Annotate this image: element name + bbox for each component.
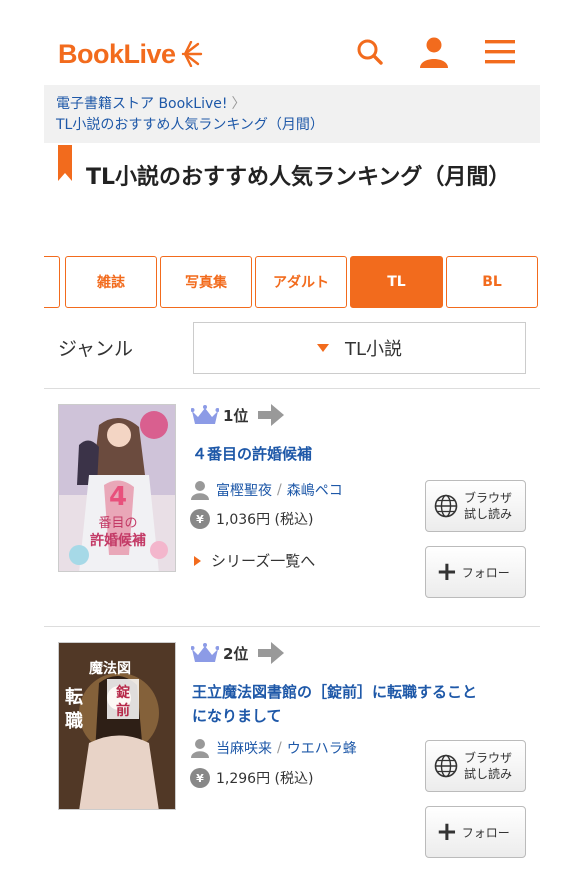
book-title-link[interactable]: 王立魔法図書館の［錠前］に転職すること になりまして <box>192 680 532 728</box>
crown-icon <box>191 643 219 662</box>
genre-label: ジャンル <box>58 338 134 360</box>
price-row: ¥ 1,036円 (税込) <box>190 509 313 529</box>
follow-button[interactable]: + フォロー <box>425 806 526 858</box>
author-row: 富樫聖夜 / 森嶋ペコ <box>190 480 343 500</box>
plus-icon: + <box>436 557 458 587</box>
tab-bl[interactable]: BL <box>446 256 538 308</box>
price-row: ¥ 1,296円 (税込) <box>190 768 313 788</box>
breadcrumb-current-link[interactable]: TL小説のおすすめ人気ランキング（月間） <box>56 117 324 133</box>
svg-text:4: 4 <box>109 482 127 512</box>
divider <box>44 626 540 627</box>
browser-preview-label: ブラウザ 試し読み <box>464 491 513 521</box>
breadcrumb-separator-icon: 〉 <box>231 96 246 112</box>
yen-icon: ¥ <box>190 768 210 788</box>
logo-text: BookLive <box>58 38 176 69</box>
browser-preview-button[interactable]: ブラウザ 試し読み <box>425 480 526 532</box>
rank-row: 1位 <box>191 404 285 426</box>
user-icon[interactable] <box>416 34 452 70</box>
book-cover[interactable]: 魔法図 錠 前 転 職 <box>58 642 176 810</box>
rank-arrow-right-icon <box>258 642 285 664</box>
crown-icon <box>191 405 219 424</box>
svg-text:職: 職 <box>65 710 83 732</box>
follow-label: フォロー <box>461 825 510 840</box>
author-link[interactable]: 当麻咲来 <box>216 738 272 758</box>
caret-down-icon <box>316 344 329 352</box>
breadcrumb-home-link[interactable]: 電子書籍ストア BookLive! <box>56 96 228 112</box>
tab-previous-partial[interactable] <box>44 256 60 308</box>
browser-preview-button[interactable]: ブラウザ 試し読み <box>425 740 526 792</box>
booklive-logo[interactable]: BookLive <box>58 34 203 74</box>
triangle-right-icon <box>194 555 201 566</box>
yen-icon: ¥ <box>190 509 210 529</box>
svg-text:許婚候補: 許婚候補 <box>90 532 146 549</box>
svg-text:転: 転 <box>65 686 83 708</box>
illustrator-link[interactable]: 森嶋ペコ <box>287 480 343 500</box>
rank-label: 2位 <box>223 644 249 663</box>
globe-icon <box>434 754 458 778</box>
rank-arrow-right-icon <box>258 404 285 426</box>
price-value: 1,296円 (税込) <box>216 771 314 787</box>
svg-text:魔法図: 魔法図 <box>89 660 131 677</box>
tab-adult[interactable]: アダルト <box>255 256 347 308</box>
book-title-link[interactable]: ４番目の許婚候補 <box>192 442 312 466</box>
browser-preview-label: ブラウザ 試し読み <box>464 751 513 781</box>
series-link-label: シリーズ一覧へ <box>211 552 316 570</box>
title-bookmark-icon <box>58 145 72 181</box>
globe-icon <box>434 494 458 518</box>
rank-row: 2位 <box>191 642 285 664</box>
page-title: TL小説のおすすめ人気ランキング（月間） <box>86 165 511 190</box>
book-cover[interactable]: 4 番目の 許婚候補 <box>58 404 176 572</box>
author-link[interactable]: 富樫聖夜 <box>216 480 272 500</box>
search-icon[interactable] <box>352 34 388 70</box>
tab-photobook[interactable]: 写真集 <box>160 256 252 308</box>
follow-button[interactable]: + フォロー <box>425 546 526 598</box>
svg-text:前: 前 <box>116 702 130 719</box>
illustrator-link[interactable]: ウエハラ蜂 <box>287 738 357 758</box>
genre-select[interactable]: TL小説 <box>193 322 526 374</box>
tab-tl[interactable]: TL <box>350 256 443 308</box>
site-header: BookLive <box>0 0 568 84</box>
menu-icon[interactable] <box>482 34 518 70</box>
svg-text:番目の: 番目の <box>98 516 137 531</box>
category-tabs: 雑誌 写真集 アダルト TL BL <box>44 256 540 308</box>
author-row: 当麻咲来 / ウエハラ蜂 <box>190 738 357 758</box>
breadcrumb: 電子書籍ストア BookLive! 〉 TL小説のおすすめ人気ランキング（月間） <box>44 85 540 143</box>
follow-label: フォロー <box>461 565 510 580</box>
tab-magazine[interactable]: 雑誌 <box>65 256 157 308</box>
svg-text:錠: 錠 <box>116 684 131 701</box>
rank-label: 1位 <box>223 406 249 425</box>
author-icon <box>191 739 209 758</box>
logo-burst-icon <box>181 41 202 67</box>
genre-selected-value: TL小説 <box>344 339 403 360</box>
series-link[interactable]: シリーズ一覧へ <box>194 550 315 571</box>
plus-icon: + <box>436 817 458 847</box>
author-icon <box>191 481 209 500</box>
price-value: 1,036円 (税込) <box>216 512 314 528</box>
divider <box>44 388 540 389</box>
